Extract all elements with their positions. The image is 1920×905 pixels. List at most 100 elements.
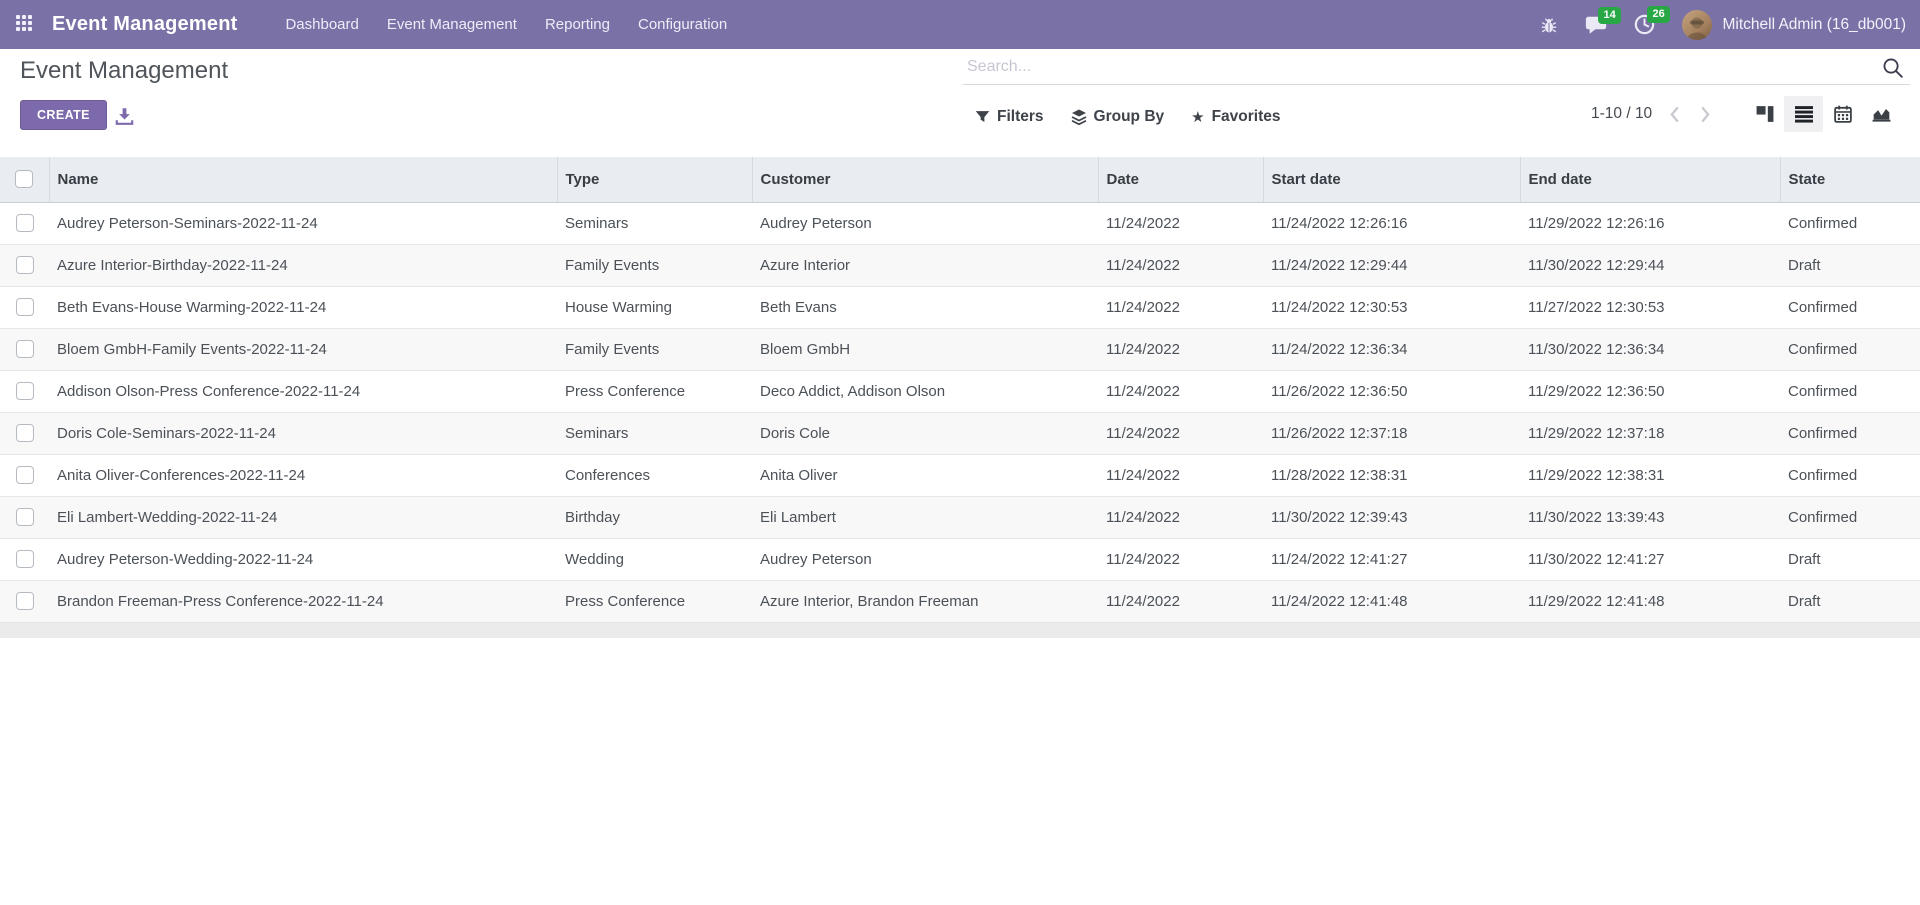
table-row[interactable]: Eli Lambert-Wedding-2022-11-24 Birthday … [0, 496, 1920, 538]
export-icon [115, 107, 134, 126]
main-menu: DashboardEvent ManagementReportingConfig… [271, 0, 741, 49]
calendar-view-icon [1834, 105, 1852, 123]
table-body: Audrey Peterson-Seminars-2022-11-24 Semi… [0, 202, 1920, 622]
table-row[interactable]: Audrey Peterson-Wedding-2022-11-24 Weddi… [0, 538, 1920, 580]
cell-end-date: 11/29/2022 12:26:16 [1520, 202, 1780, 244]
systray: 14 26 Mitchell Admin (16_db001) [1540, 10, 1906, 40]
cell-end-date: 11/30/2022 12:36:34 [1520, 328, 1780, 370]
cell-state: Confirmed [1780, 328, 1920, 370]
cell-start-date: 11/26/2022 12:37:18 [1263, 412, 1520, 454]
cell-type: Press Conference [557, 580, 752, 622]
cell-start-date: 11/24/2022 12:41:27 [1263, 538, 1520, 580]
favorites-button[interactable]: ★ Favorites [1191, 108, 1280, 126]
select-all-cell [0, 157, 49, 202]
column-header-state[interactable]: State [1780, 157, 1920, 202]
cell-start-date: 11/28/2022 12:38:31 [1263, 454, 1520, 496]
avatar [1682, 10, 1712, 40]
calendar-view-button[interactable] [1823, 96, 1862, 132]
menu-item[interactable]: Dashboard [271, 0, 372, 49]
row-checkbox[interactable] [16, 466, 34, 484]
menu-item[interactable]: Event Management [373, 0, 531, 49]
cell-customer: Bloem GmbH [752, 328, 1098, 370]
cell-end-date: 11/29/2022 12:36:50 [1520, 370, 1780, 412]
cell-customer: Beth Evans [752, 286, 1098, 328]
column-header-type[interactable]: Type [557, 157, 752, 202]
cell-end-date: 11/29/2022 12:41:48 [1520, 580, 1780, 622]
column-header-customer[interactable]: Customer [752, 157, 1098, 202]
cell-state: Confirmed [1780, 412, 1920, 454]
debug-bug-icon[interactable] [1540, 16, 1558, 34]
row-checkbox[interactable] [16, 424, 34, 442]
export-button[interactable] [113, 105, 135, 127]
cell-customer: Azure Interior, Brandon Freeman [752, 580, 1098, 622]
cell-type: House Warming [557, 286, 752, 328]
group-by-button[interactable]: Group By [1071, 108, 1165, 126]
row-checkbox[interactable] [16, 298, 34, 316]
cell-name: Audrey Peterson-Seminars-2022-11-24 [49, 202, 557, 244]
cell-date: 11/24/2022 [1098, 496, 1263, 538]
table-row[interactable]: Bloem GmbH-Family Events-2022-11-24 Fami… [0, 328, 1920, 370]
row-checkbox[interactable] [16, 550, 34, 568]
table-row[interactable]: Anita Oliver-Conferences-2022-11-24 Conf… [0, 454, 1920, 496]
pager-previous-button[interactable] [1666, 106, 1683, 123]
cell-name: Audrey Peterson-Wedding-2022-11-24 [49, 538, 557, 580]
cell-date: 11/24/2022 [1098, 244, 1263, 286]
view-switcher [1745, 96, 1901, 132]
list-view: Name Type Customer Date Start date End d… [0, 157, 1920, 638]
row-checkbox[interactable] [16, 382, 34, 400]
cell-customer: Anita Oliver [752, 454, 1098, 496]
cell-end-date: 11/27/2022 12:30:53 [1520, 286, 1780, 328]
table-row[interactable]: Brandon Freeman-Press Conference-2022-11… [0, 580, 1920, 622]
bug-icon [1540, 16, 1558, 34]
cell-end-date: 11/30/2022 12:29:44 [1520, 244, 1780, 286]
cell-state: Draft [1780, 538, 1920, 580]
kanban-view-button[interactable] [1745, 96, 1784, 132]
activities-button[interactable]: 26 [1634, 14, 1655, 35]
row-checkbox[interactable] [16, 508, 34, 526]
menu-item[interactable]: Reporting [531, 0, 624, 49]
column-header-start-date[interactable]: Start date [1263, 157, 1520, 202]
graph-view-button[interactable] [1862, 96, 1901, 132]
row-checkbox[interactable] [16, 592, 34, 610]
menu-item[interactable]: Configuration [624, 0, 741, 49]
table-row[interactable]: Addison Olson-Press Conference-2022-11-2… [0, 370, 1920, 412]
cell-start-date: 11/24/2022 12:29:44 [1263, 244, 1520, 286]
table-row[interactable]: Azure Interior-Birthday-2022-11-24 Famil… [0, 244, 1920, 286]
cell-start-date: 11/24/2022 12:30:53 [1263, 286, 1520, 328]
row-checkbox[interactable] [16, 256, 34, 274]
search-input[interactable] [963, 55, 1910, 85]
activities-count-badge: 26 [1647, 6, 1669, 23]
table-header-row: Name Type Customer Date Start date End d… [0, 157, 1920, 202]
select-all-checkbox[interactable] [15, 170, 33, 188]
cell-date: 11/24/2022 [1098, 580, 1263, 622]
chevron-right-icon [1700, 106, 1711, 123]
cell-type: Wedding [557, 538, 752, 580]
column-header-name[interactable]: Name [49, 157, 557, 202]
list-view-icon [1795, 105, 1813, 123]
row-checkbox[interactable] [16, 340, 34, 358]
table-row[interactable]: Doris Cole-Seminars-2022-11-24 Seminars … [0, 412, 1920, 454]
list-view-button[interactable] [1784, 96, 1823, 132]
filters-button[interactable]: Filters [975, 108, 1044, 126]
messages-button[interactable]: 14 [1585, 15, 1607, 35]
app-name[interactable]: Event Management [52, 13, 237, 36]
apps-menu-icon[interactable] [16, 15, 36, 35]
cell-start-date: 11/24/2022 12:26:16 [1263, 202, 1520, 244]
pager-next-button[interactable] [1697, 106, 1714, 123]
cell-customer: Doris Cole [752, 412, 1098, 454]
column-header-date[interactable]: Date [1098, 157, 1263, 202]
column-header-end-date[interactable]: End date [1520, 157, 1780, 202]
search-icon[interactable] [1882, 57, 1904, 79]
cell-start-date: 11/26/2022 12:36:50 [1263, 370, 1520, 412]
cell-name: Addison Olson-Press Conference-2022-11-2… [49, 370, 557, 412]
table-row[interactable]: Audrey Peterson-Seminars-2022-11-24 Semi… [0, 202, 1920, 244]
cell-state: Draft [1780, 244, 1920, 286]
row-checkbox[interactable] [16, 214, 34, 232]
user-menu[interactable]: Mitchell Admin (16_db001) [1682, 10, 1906, 40]
cell-date: 11/24/2022 [1098, 538, 1263, 580]
favorites-star-icon: ★ [1191, 110, 1204, 125]
top-navbar: Event Management DashboardEvent Manageme… [0, 0, 1920, 49]
create-button[interactable]: CREATE [20, 100, 107, 130]
table-row[interactable]: Beth Evans-House Warming-2022-11-24 Hous… [0, 286, 1920, 328]
pager-value[interactable]: 1-10 / 10 [1591, 105, 1652, 123]
